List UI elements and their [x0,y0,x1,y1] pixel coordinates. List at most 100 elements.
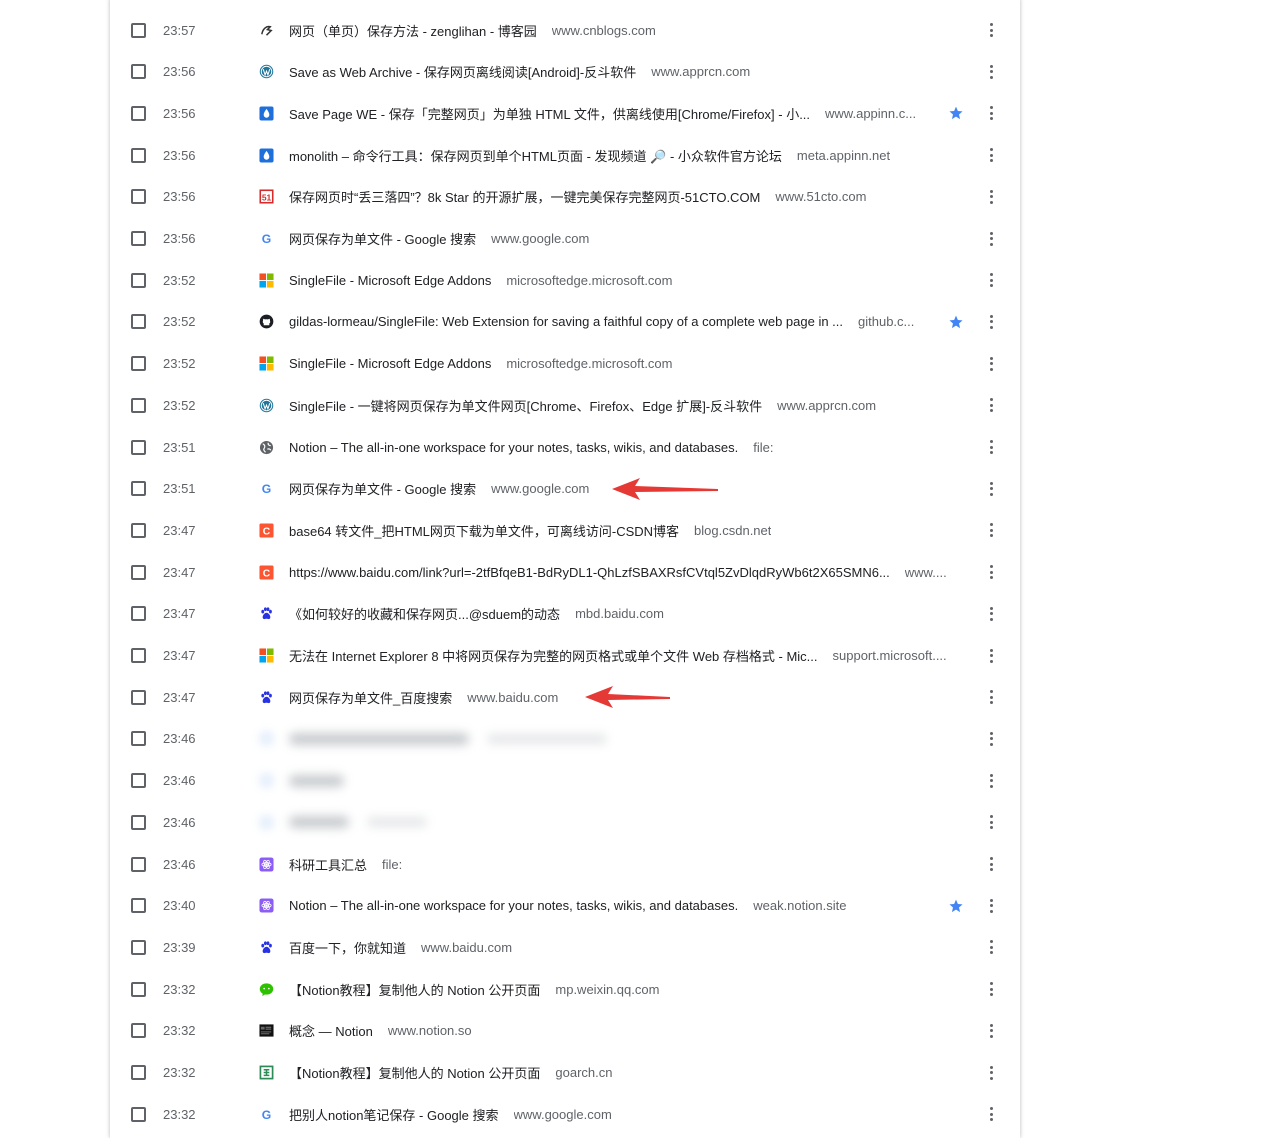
select-checkbox[interactable] [131,439,146,455]
history-row[interactable]: 23:56 G 网页保存为单文件 - Google 搜索 www.google.com [110,218,1020,260]
history-row[interactable]: 23:47 Chttps://www.baidu.com/link?url=-2t… [110,551,1020,593]
bookmark-star-icon[interactable] [948,105,964,121]
more-actions-icon[interactable] [983,562,999,582]
select-checkbox[interactable] [131,22,146,38]
entry-link[interactable]: Notion – The all-in-one workspace for yo… [289,898,920,913]
select-checkbox[interactable] [131,356,146,372]
history-row[interactable]: 23:46 科研工具汇总 file: [110,843,1020,885]
entry-link[interactable]: SingleFile - Microsoft Edge Addons micros… [289,356,948,371]
history-row[interactable]: 23:46 [110,760,1020,802]
entry-link[interactable] [289,732,948,745]
entry-link[interactable]: 【Notion教程】复制他人的 Notion 公开页面 goarch.cn [289,1063,948,1082]
more-actions-icon[interactable] [983,896,999,916]
history-row[interactable]: 23:32 概念 — Notion www.notion.so [110,1010,1020,1052]
select-checkbox[interactable] [131,1065,146,1080]
select-checkbox[interactable] [131,522,146,538]
history-row[interactable]: 23:32 【Notion教程】复制他人的 Notion 公开页面 goarch.c… [110,1052,1020,1094]
more-actions-icon[interactable] [983,1063,999,1083]
entry-link[interactable]: 百度一下，你就知道 www.baidu.com [289,938,948,957]
select-checkbox[interactable] [131,606,146,622]
select-checkbox[interactable] [131,481,146,497]
entry-link[interactable]: 网页保存为单文件 - Google 搜索 www.google.com [289,229,948,248]
select-checkbox[interactable] [131,314,146,330]
more-actions-icon[interactable] [983,646,999,666]
more-actions-icon[interactable] [983,270,999,290]
entry-link[interactable]: Save as Web Archive - 保存网页离线阅读[Android]-… [289,62,948,81]
history-row[interactable]: 23:52 SingleFile - 一键将网页保存为单文件网页[Chrome、F… [110,384,1020,426]
history-row[interactable]: 23:51 G 网页保存为单文件 - Google 搜索 www.google.com [110,468,1020,510]
select-checkbox[interactable] [131,981,146,997]
entry-link[interactable]: 把别人notion笔记保存 - Google 搜索 www.google.com [289,1105,948,1124]
select-checkbox[interactable] [131,856,146,872]
select-checkbox[interactable] [131,272,146,288]
more-actions-icon[interactable] [983,312,999,332]
more-actions-icon[interactable] [983,354,999,374]
history-row[interactable]: 23:52 SingleFile - Microsoft Edge Addons m… [110,343,1020,385]
select-checkbox[interactable] [131,773,146,789]
more-actions-icon[interactable] [983,229,999,249]
history-row[interactable]: 23:47 Cbase64 转文件_把HTML网页下载为单文件，可离线访问-CSD… [110,509,1020,551]
more-actions-icon[interactable] [983,479,999,499]
select-checkbox[interactable] [131,397,146,413]
more-actions-icon[interactable] [983,771,999,791]
history-row[interactable]: 23:52 SingleFile - Microsoft Edge Addons m… [110,259,1020,301]
more-actions-icon[interactable] [983,437,999,457]
entry-link[interactable] [289,816,948,829]
history-row[interactable]: 23:46 [110,801,1020,843]
history-row[interactable]: 23:52 gildas-lormeau/SingleFile: Web Exte… [110,301,1020,343]
history-row[interactable]: 23:57 网页（单页）保存方法 - zenglihan - 博客园 www.cnb… [110,9,1020,51]
select-checkbox[interactable] [131,814,146,830]
bookmark-star-icon[interactable] [948,314,964,330]
entry-link[interactable]: Notion – The all-in-one workspace for yo… [289,440,948,455]
select-checkbox[interactable] [131,731,146,747]
entry-link[interactable]: SingleFile - 一键将网页保存为单文件网页[Chrome、Firefo… [289,396,948,415]
entry-link[interactable] [289,774,948,787]
entry-link[interactable]: 《如何较好的收藏和保存网页...@sduem的动态 mbd.baidu.com [289,604,948,623]
entry-link[interactable]: 概念 — Notion www.notion.so [289,1021,948,1040]
history-row[interactable]: 23:39 百度一下，你就知道 www.baidu.com [110,926,1020,968]
more-actions-icon[interactable] [983,145,999,165]
history-row[interactable]: 23:56 monolith – 命令行工具：保存网页到单个HTML页面 - 发现… [110,134,1020,176]
more-actions-icon[interactable] [983,979,999,999]
entry-link[interactable]: gildas-lormeau/SingleFile: Web Extension… [289,314,920,329]
more-actions-icon[interactable] [983,395,999,415]
entry-link[interactable]: 网页（单页）保存方法 - zenglihan - 博客园 www.cnblogs.… [289,21,948,40]
select-checkbox[interactable] [131,689,146,705]
history-row[interactable]: 23:32 G 把别人notion笔记保存 - Google 搜索 www.googl… [110,1093,1020,1135]
history-row[interactable]: 23:47 无法在 Internet Explorer 8 中将网页保存为完整的网… [110,635,1020,677]
select-checkbox[interactable] [131,64,146,80]
select-checkbox[interactable] [131,231,146,246]
more-actions-icon[interactable] [983,729,999,749]
history-row[interactable]: 23:56 Save Page WE - 保存「完整网页」为单独 HTML 文件，… [110,92,1020,134]
history-row[interactable]: 23:47 网页保存为单文件_百度搜索 www.baidu.com [110,676,1020,718]
entry-link[interactable]: base64 转文件_把HTML网页下载为单文件，可离线访问-CSDN博客 blo… [289,521,948,540]
history-row[interactable]: 23:56 51 保存网页时“丢三落四”？8k Star 的开源扩展，一键完美保存完… [110,176,1020,218]
history-row[interactable]: 23:56 Save as Web Archive - 保存网页离线阅读[Andr… [110,51,1020,93]
more-actions-icon[interactable] [983,604,999,624]
more-actions-icon[interactable] [983,687,999,707]
select-checkbox[interactable] [131,564,146,580]
entry-link[interactable]: 保存网页时“丢三落四”？8k Star 的开源扩展，一键完美保存完整网页-51C… [289,187,948,206]
more-actions-icon[interactable] [983,1021,999,1041]
history-row[interactable]: 23:40 Notion – The all-in-one workspace f… [110,885,1020,927]
more-actions-icon[interactable] [983,520,999,540]
history-row[interactable]: 23:47 《如何较好的收藏和保存网页...@sduem的动态 mbd.baidu.… [110,593,1020,635]
entry-link[interactable]: 科研工具汇总 file: [289,855,948,874]
select-checkbox[interactable] [131,105,146,121]
more-actions-icon[interactable] [983,187,999,207]
select-checkbox[interactable] [131,147,146,163]
select-checkbox[interactable] [131,898,146,914]
select-checkbox[interactable] [131,1106,146,1122]
more-actions-icon[interactable] [983,1104,999,1124]
more-actions-icon[interactable] [983,854,999,874]
history-row[interactable]: 23:51 Notion – The all-in-one workspace f… [110,426,1020,468]
more-actions-icon[interactable] [983,62,999,82]
entry-link[interactable]: 【Notion教程】复制他人的 Notion 公开页面 mp.weixin.qq.… [289,980,948,999]
entry-link[interactable]: Save Page WE - 保存「完整网页」为单独 HTML 文件，供离线使用… [289,104,920,123]
history-row[interactable]: 23:46 [110,718,1020,760]
more-actions-icon[interactable] [983,103,999,123]
entry-link[interactable]: monolith – 命令行工具：保存网页到单个HTML页面 - 发现频道 🔎 … [289,146,948,165]
bookmark-star-icon[interactable] [948,898,964,914]
entry-link[interactable]: https://www.baidu.com/link?url=-2tfBfqeB… [289,565,948,580]
select-checkbox[interactable] [131,939,146,955]
